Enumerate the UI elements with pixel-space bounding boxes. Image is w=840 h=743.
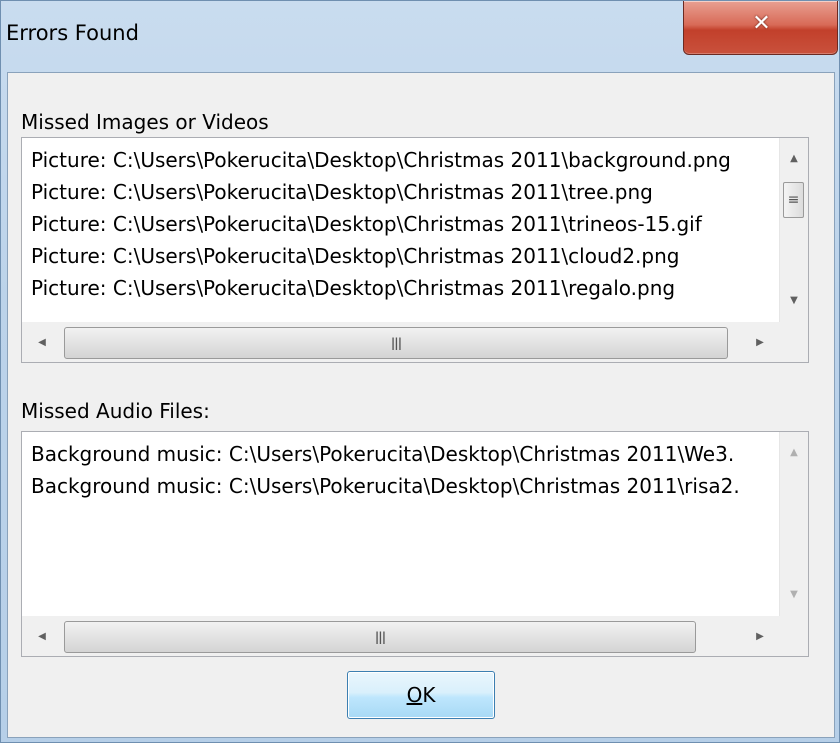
audio-horizontal-scroll-thumb[interactable]: ||| <box>64 621 696 653</box>
list-item[interactable]: Picture: C:\Users\Pokerucita\Desktop\Chr… <box>31 240 779 272</box>
audio-horizontal-scrollbar[interactable]: ◀ ||| ▶ <box>22 616 782 656</box>
arrow-down-icon[interactable]: ▼ <box>780 286 808 314</box>
images-section-label: Missed Images or Videos <box>21 110 269 134</box>
dialog-window: Errors Found ✕ Missed Images or Videos P… <box>0 0 840 743</box>
ok-button[interactable]: OK <box>347 671 495 719</box>
audio-listbox[interactable]: Background music: C:\Users\Pokerucita\De… <box>21 431 809 657</box>
grip-icon: ||| <box>374 630 386 644</box>
list-item[interactable]: Picture: C:\Users\Pokerucita\Desktop\Chr… <box>31 272 779 304</box>
grip-icon: ≡ <box>787 192 800 208</box>
ok-label-rest: K <box>422 683 436 707</box>
images-horizontal-scroll-thumb[interactable]: ||| <box>64 327 728 359</box>
arrow-up-icon[interactable]: ▲ <box>780 144 808 172</box>
list-item[interactable]: Picture: C:\Users\Pokerucita\Desktop\Chr… <box>31 176 779 208</box>
window-title: Errors Found <box>6 21 139 45</box>
images-vertical-scroll-thumb[interactable]: ≡ <box>783 182 804 218</box>
arrow-right-icon[interactable]: ▶ <box>746 622 774 650</box>
audio-vertical-scrollbar[interactable]: ▲ ▼ <box>779 432 808 616</box>
images-vertical-scrollbar[interactable]: ▲ ≡ ▼ <box>779 138 808 322</box>
close-button[interactable]: ✕ <box>683 1 838 55</box>
list-item[interactable]: Picture: C:\Users\Pokerucita\Desktop\Chr… <box>31 144 779 176</box>
images-listbox[interactable]: Picture: C:\Users\Pokerucita\Desktop\Chr… <box>21 137 809 363</box>
scrollbar-corner <box>780 616 808 656</box>
audio-section-label: Missed Audio Files: <box>21 399 210 423</box>
close-icon: ✕ <box>752 10 771 36</box>
arrow-up-icon[interactable]: ▲ <box>780 438 808 466</box>
dialog-client-area: Missed Images or Videos Picture: C:\User… <box>7 72 835 738</box>
arrow-left-icon[interactable]: ◀ <box>28 622 56 650</box>
title-bar[interactable]: Errors Found ✕ <box>1 1 839 71</box>
scrollbar-corner <box>780 322 808 362</box>
audio-list: Background music: C:\Users\Pokerucita\De… <box>31 438 779 616</box>
arrow-down-icon[interactable]: ▼ <box>780 580 808 608</box>
list-item[interactable]: Background music: C:\Users\Pokerucita\De… <box>31 470 779 502</box>
images-list: Picture: C:\Users\Pokerucita\Desktop\Chr… <box>31 144 779 322</box>
images-horizontal-scrollbar[interactable]: ◀ ||| ▶ <box>22 322 782 362</box>
list-item[interactable]: Picture: C:\Users\Pokerucita\Desktop\Chr… <box>31 208 779 240</box>
arrow-right-icon[interactable]: ▶ <box>746 328 774 356</box>
list-item[interactable]: Background music: C:\Users\Pokerucita\De… <box>31 438 779 470</box>
grip-icon: ||| <box>390 336 402 350</box>
arrow-left-icon[interactable]: ◀ <box>28 328 56 356</box>
ok-mnemonic: O <box>406 683 423 707</box>
